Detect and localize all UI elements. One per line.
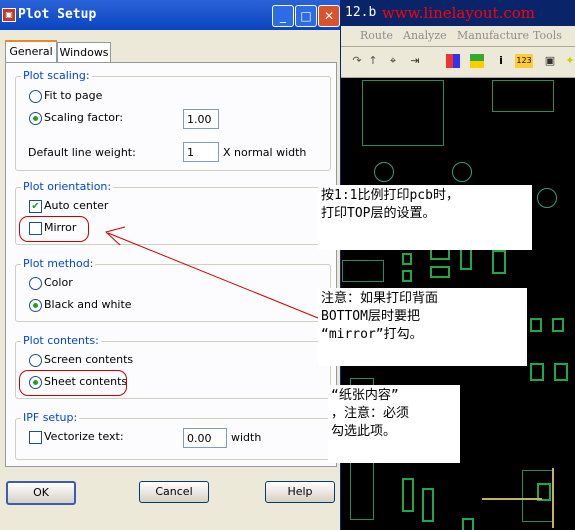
annotation-arrows — [104, 226, 319, 319]
annotation-note-top-layer: 按1:1比例打印pcb时， 打印TOP层的设置。 — [318, 185, 532, 250]
arrow-line — [107, 232, 319, 319]
annotation-note-mirror: 注意：如果打印背面 BOTTOM层时要把 “mirror”打勾。 — [318, 288, 527, 366]
annotation-note-sheet-contents: “纸张内容” ，注意：必须 勾选此项。 — [328, 385, 460, 463]
